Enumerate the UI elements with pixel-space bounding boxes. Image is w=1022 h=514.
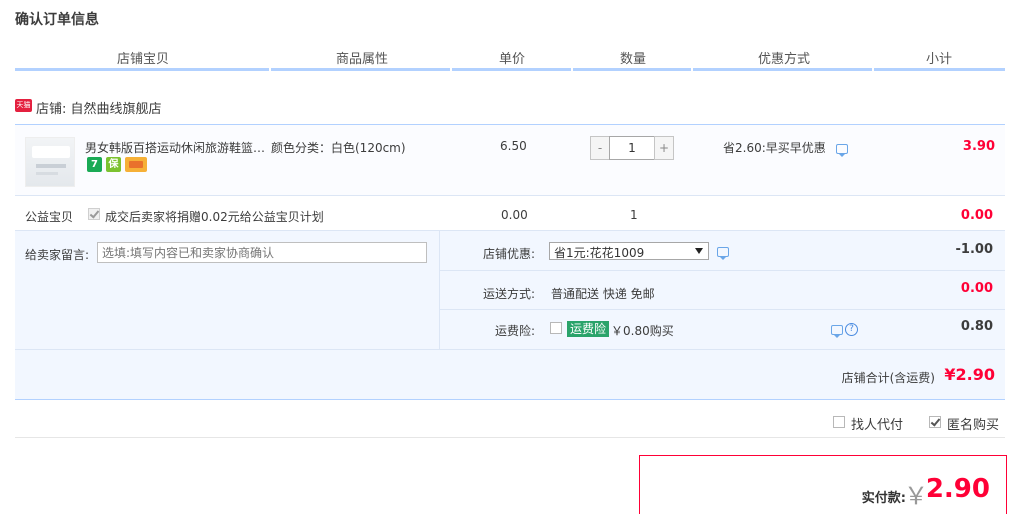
charity-price: 0.00 <box>501 208 528 222</box>
column-header-price: 单价 <box>499 52 526 67</box>
quantity-decrease-button[interactable]: - <box>590 136 610 160</box>
anonymous-checkbox[interactable] <box>929 416 941 428</box>
shipping-label: 运送方式: <box>483 287 536 301</box>
memo-label: 给卖家留言: <box>25 248 90 262</box>
order-item-row: 男女韩版百搭运动休闲旅游鞋篮… 7 保 颜色分类：白色(120cm) 6.50 … <box>15 124 1005 196</box>
help-icon[interactable]: ? <box>845 323 858 336</box>
guarantee-icon[interactable]: 保 <box>106 157 121 172</box>
insurance-label: 运费险: <box>495 324 536 338</box>
promotion-text: 省2.60:早买早优惠 <box>723 141 826 155</box>
insurance-checkbox[interactable] <box>550 322 562 334</box>
quantity-increase-button[interactable]: + <box>654 136 674 160</box>
credit-card-icon[interactable] <box>125 157 147 172</box>
unit-price: 6.50 <box>500 139 527 153</box>
dropdown-arrow-icon <box>695 248 703 254</box>
promotion-comment-icon[interactable] <box>835 143 848 157</box>
discount-comment-icon[interactable] <box>717 247 729 260</box>
promotion-info: 省2.60:早买早优惠 <box>723 139 848 157</box>
header-underline <box>452 68 571 71</box>
payment-currency: ￥ <box>904 482 928 510</box>
extra-options: 找人代付 匿名购买 <box>15 410 1005 438</box>
product-sku: 颜色分类：白色(120cm) <box>271 141 406 155</box>
column-header-promotion: 优惠方式 <box>758 52 811 67</box>
product-title-link[interactable]: 男女韩版百搭运动休闲旅游鞋篮… <box>85 139 265 156</box>
tmall-badge-icon: 天猫 <box>15 99 32 112</box>
shop-total-label: 店铺合计(含运费) <box>841 371 935 385</box>
shipping-amount: 0.00 <box>960 281 993 296</box>
charity-subtotal: 0.00 <box>960 208 993 223</box>
payment-summary: 实付款: ￥ 2.90 <box>639 455 1007 514</box>
pay-for-me-label[interactable]: 找人代付 <box>851 414 903 433</box>
column-headers: 店铺宝贝 商品属性 单价 数量 优惠方式 小计 <box>15 48 1005 71</box>
shop-discount-selected: 省1元:花花1009 <box>554 246 645 260</box>
column-header-subtotal: 小计 <box>926 52 953 67</box>
header-underline <box>693 68 872 71</box>
charity-checkbox[interactable] <box>88 208 100 220</box>
options-separator <box>15 349 1005 350</box>
column-header-quantity: 数量 <box>620 52 647 67</box>
header-underline <box>874 68 1005 71</box>
shop-discount-select[interactable]: 省1元:花花1009 <box>549 242 709 260</box>
header-underline <box>15 68 269 71</box>
options-separator <box>439 309 1005 310</box>
item-subtotal: 3.90 <box>962 139 995 154</box>
charity-qty: 1 <box>630 208 638 222</box>
seven-day-return-icon[interactable]: 7 <box>87 157 102 172</box>
payment-label: 实付款: <box>861 491 906 506</box>
insurance-comment-icon[interactable] <box>831 325 843 338</box>
charity-label: 公益宝贝 <box>25 210 74 224</box>
shop-total-value: ¥2.90 <box>944 365 995 384</box>
options-divider <box>439 231 440 349</box>
shipping-method: 普通配送 快递 免邮 <box>551 287 655 301</box>
payment-amount: 2.90 <box>925 474 990 504</box>
product-thumbnail[interactable] <box>25 137 75 187</box>
page-title: 确认订单信息 <box>15 12 99 28</box>
charity-text: 成交后卖家将捐赠0.02元给公益宝贝计划 <box>105 210 324 224</box>
header-underline <box>573 68 691 71</box>
charity-row: 公益宝贝 成交后卖家将捐赠0.02元给公益宝贝计划 0.00 1 0.00 <box>15 206 1005 226</box>
quantity-input[interactable]: 1 <box>609 136 655 160</box>
memo-input[interactable] <box>97 242 427 263</box>
insurance-price: ￥0.80购买 <box>611 324 674 338</box>
shop-name-link[interactable]: 店铺: 自然曲线旗舰店 <box>36 98 162 117</box>
order-options: 给卖家留言: 店铺优惠: 省1元:花花1009 -1.00 运送方式: 普通配送… <box>15 230 1005 400</box>
quantity-stepper: - 1 + <box>590 136 676 161</box>
insurance-tag: 运费险 <box>567 321 610 337</box>
column-header-attributes: 商品属性 <box>336 52 389 67</box>
insurance-amount: 0.80 <box>960 319 993 334</box>
column-header-item: 店铺宝贝 <box>117 52 170 67</box>
options-separator <box>439 270 1005 271</box>
shop-discount-label: 店铺优惠: <box>483 247 536 261</box>
header-underline <box>271 68 450 71</box>
shop-discount-amount: -1.00 <box>955 242 993 257</box>
anonymous-label[interactable]: 匿名购买 <box>947 414 999 433</box>
pay-for-me-checkbox[interactable] <box>833 416 845 428</box>
